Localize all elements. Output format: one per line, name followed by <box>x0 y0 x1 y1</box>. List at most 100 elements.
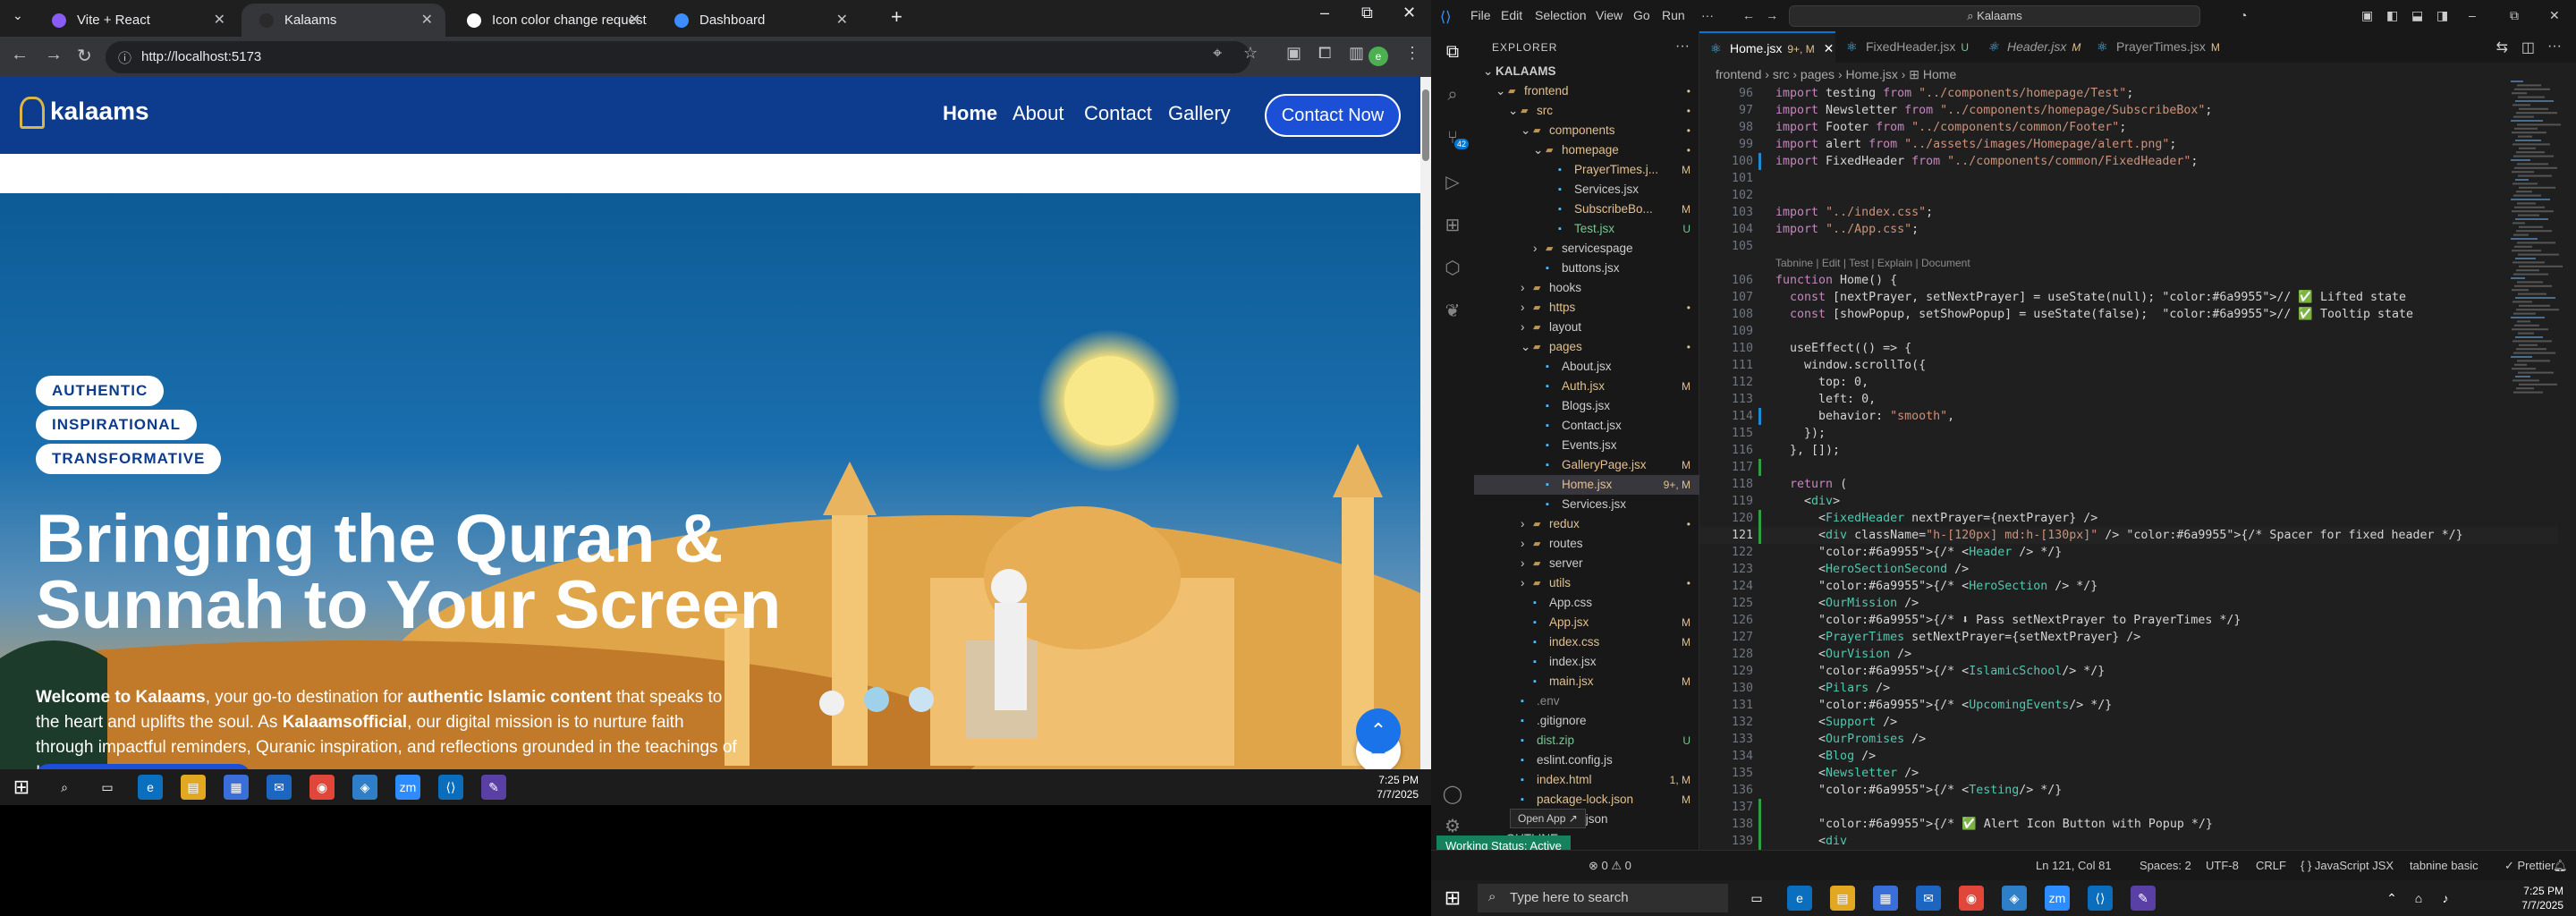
tree-folder[interactable]: ⌄ ▰ frontend • <box>1474 81 1699 101</box>
tree-file[interactable]: ▪ .gitignore <box>1474 711 1699 731</box>
browser-tab[interactable]: Kalaams ✕ <box>242 4 445 37</box>
browser-tab[interactable]: Dashboard ✕ <box>657 4 860 37</box>
end-of-line[interactable]: CRLF <box>2256 859 2286 872</box>
code-line[interactable]: 122 "color:#6a9955">{/* <Header /> */} <box>1699 544 2558 561</box>
nav-about[interactable]: About <box>1013 102 1064 125</box>
code-line[interactable]: 119 <div> <box>1699 493 2558 510</box>
tab-close-icon[interactable]: ✕ <box>1820 41 1835 55</box>
compare-icon[interactable]: ⇆ <box>2496 38 2508 56</box>
tree-file[interactable]: ▪ Home.jsx 9+, M <box>1474 475 1699 495</box>
avatar[interactable]: e <box>1368 47 1388 66</box>
remote-icon[interactable]: ⬡ <box>1440 257 1465 282</box>
windows-start-icon[interactable]: ⊞ <box>1440 886 1465 911</box>
code-line[interactable]: 128 <OurVision /> <box>1699 646 2558 663</box>
tree-file[interactable]: ▪ Services.jsx <box>1474 495 1699 514</box>
tree-file[interactable]: ▪ package-lock.json M <box>1474 790 1699 810</box>
nav-gallery[interactable]: Gallery <box>1168 102 1231 125</box>
code-line[interactable]: 139 <div <box>1699 833 2558 850</box>
code-line[interactable]: 116 }, []); <box>1699 442 2558 459</box>
code-line[interactable]: 121 <div className="h-[120px] md:h-[130p… <box>1699 527 2558 544</box>
tree-file[interactable]: ▪ GalleryPage.jsx M <box>1474 455 1699 475</box>
code-line[interactable]: 98 import Footer from "../components/comm… <box>1699 119 2558 136</box>
vscode-icon[interactable]: ⟨⟩ <box>2088 886 2113 911</box>
code-line[interactable]: 135 <Newsletter /> <box>1699 765 2558 782</box>
store-icon[interactable]: ▦ <box>224 775 249 800</box>
scroll-to-top-button[interactable]: ⌃ <box>1356 708 1401 753</box>
tree-folder[interactable]: ⌄ ▰ homepage • <box>1474 140 1699 160</box>
editor-tab[interactable]: ⚛ PrayerTimes.jsx M <box>2086 31 2238 63</box>
code-line[interactable]: 97 import Newsletter from "../components/… <box>1699 102 2558 119</box>
language-mode[interactable]: { } JavaScript JSX <box>2301 859 2394 872</box>
menu-go[interactable]: Go <box>1633 8 1650 22</box>
code-line[interactable]: 106 function Home() { <box>1699 272 2558 289</box>
network-icon[interactable]: ⌂ <box>2406 886 2431 911</box>
tab-close-icon[interactable]: ✕ <box>836 11 848 29</box>
code-line[interactable]: 123 <HeroSectionSecond /> <box>1699 561 2558 578</box>
code-line[interactable]: 104 import "../App.css"; <box>1699 221 2558 238</box>
chrome-icon[interactable]: ◉ <box>1959 886 1984 911</box>
code-line[interactable]: 100 import FixedHeader from "../component… <box>1699 153 2558 170</box>
code-line[interactable]: 115 }); <box>1699 425 2558 442</box>
tray-icons[interactable]: ⌃ <box>2379 886 2404 911</box>
copilot-icon[interactable]: ◔ <box>2240 8 2247 22</box>
minimap[interactable] <box>2509 81 2563 403</box>
notifications-bell-icon[interactable]: 🔔︎ <box>2553 859 2568 873</box>
tree-folder[interactable]: › ▰ servicespage <box>1474 239 1699 259</box>
maximize-icon[interactable]: ⧉ <box>2510 8 2519 23</box>
code-line[interactable]: 136 "color:#6a9955">{/* <Testing/> */} <box>1699 782 2558 799</box>
code-line[interactable]: 96 import testing from "../components/hom… <box>1699 85 2558 102</box>
minimize-icon[interactable]: – <box>2469 8 2476 22</box>
tree-chevron-icon[interactable]: › <box>1521 554 1525 573</box>
tree-file[interactable]: ▪ Contact.jsx <box>1474 416 1699 436</box>
code-line[interactable]: 125 <OurMission /> <box>1699 595 2558 612</box>
code-line[interactable]: 113 left: 0, <box>1699 391 2558 408</box>
code-line[interactable]: 105 <box>1699 238 2558 255</box>
prettier-status[interactable]: ✓ Prettier <box>2504 859 2555 873</box>
app-icon[interactable]: ◈ <box>2002 886 2027 911</box>
menu-view[interactable]: View <box>1596 8 1623 22</box>
volume-icon[interactable]: ♪ <box>2433 886 2458 911</box>
address-bar[interactable]: ⓘ http://localhost:5173 <box>106 41 1250 73</box>
reload-icon[interactable]: ↻ <box>77 45 92 67</box>
clock-left[interactable]: 7:25 PM 7/7/2025 <box>1377 773 1419 802</box>
tree-file[interactable]: ▪ index.css M <box>1474 632 1699 652</box>
zoom-icon[interactable]: zm <box>395 775 420 800</box>
tabnine-status[interactable]: tabnine basic <box>2410 859 2479 872</box>
site-info-icon[interactable]: ⓘ <box>118 48 131 67</box>
tree-chevron-icon[interactable]: ⌄ <box>1483 62 1493 81</box>
breadcrumb[interactable]: frontend › src › pages › Home.jsx › ⊞ Ho… <box>1716 67 1956 82</box>
tree-file[interactable]: ⌄ KALAAMS <box>1474 62 1699 81</box>
code-line[interactable]: 131 "color:#6a9955">{/* <UpcomingEvents/… <box>1699 697 2558 714</box>
puzzle-icon[interactable]: ⧠ <box>1318 44 1331 63</box>
vscode-icon[interactable]: ⟨⟩ <box>438 775 463 800</box>
menu-kebab-icon[interactable]: ⋮ <box>1404 44 1420 63</box>
tree-file[interactable]: ▪ App.css <box>1474 593 1699 613</box>
menu-selection[interactable]: Selection <box>1535 8 1587 22</box>
task-view-icon[interactable]: ▭ <box>1744 886 1769 911</box>
close-icon[interactable]: ✕ <box>2549 8 2560 23</box>
windows-start-icon[interactable]: ⊞ <box>9 775 34 800</box>
tree-file[interactable]: ▪ index.jsx <box>1474 652 1699 672</box>
menu-file[interactable]: File <box>1470 8 1491 22</box>
indentation[interactable]: Spaces: 2 <box>2140 859 2191 872</box>
tab-close-icon[interactable]: ✕ <box>214 11 225 29</box>
menu-more[interactable]: ··· <box>1701 8 1714 22</box>
run-debug-icon[interactable]: ▷ <box>1440 171 1465 196</box>
tree-chevron-icon[interactable]: ⌄ <box>1496 81 1505 101</box>
code-editor[interactable]: 96 import testing from "../components/hom… <box>1699 85 2558 867</box>
tree-file[interactable]: ▪ Test.jsx U <box>1474 219 1699 239</box>
extension-icon[interactable]: ▣ <box>1286 44 1301 63</box>
tree-file[interactable]: ▪ SubscribeBo... M <box>1474 199 1699 219</box>
file-explorer-icon[interactable]: ▤ <box>181 775 206 800</box>
browser-tab[interactable]: Icon color change request ✕ <box>449 4 653 37</box>
toggle-secondary-icon[interactable]: ◨ <box>2436 8 2448 23</box>
search-icon[interactable]: ⌕ <box>1440 85 1465 110</box>
taskbar-search[interactable]: ⌕ Type here to search <box>1478 884 1728 912</box>
editor-tab[interactable]: ⚛ FixedHeader.jsx U <box>1835 31 1977 63</box>
code-line[interactable]: 132 <Support /> <box>1699 714 2558 731</box>
tab-close-icon[interactable]: ✕ <box>421 11 433 29</box>
explorer-icon[interactable]: ⧉ <box>1440 42 1465 67</box>
cursor-position[interactable]: Ln 121, Col 81 <box>2036 859 2112 872</box>
tree-folder[interactable]: › ▰ routes <box>1474 534 1699 554</box>
nav-back-icon[interactable]: ← <box>1742 8 1755 22</box>
